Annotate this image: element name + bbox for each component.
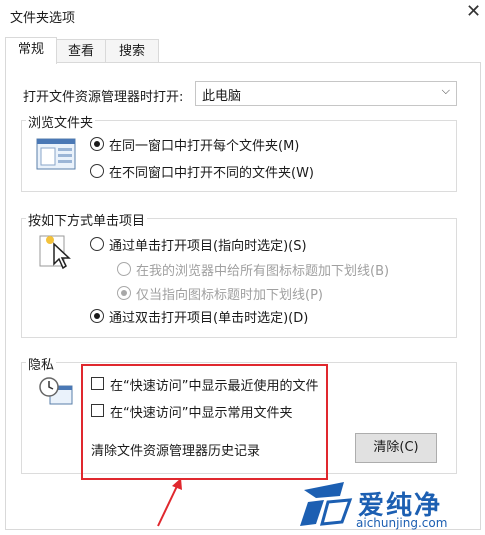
radio-single-click[interactable]: [90, 237, 104, 251]
radio-underline-hover[interactable]: [117, 286, 131, 300]
history-clock-icon: [38, 376, 74, 412]
highlight-box: [81, 364, 328, 480]
tab-search[interactable]: 搜索: [105, 39, 159, 63]
window-layout-icon: [36, 138, 76, 174]
radio-different-window[interactable]: [90, 164, 104, 178]
watermark-logo-icon: [296, 478, 356, 534]
option-same-window-label: 在同一窗口中打开每个文件夹(M): [109, 139, 300, 154]
window-title: 文件夹选项: [10, 11, 76, 26]
watermark-url: aichunjing.com: [356, 516, 448, 530]
underline-hover-label: 仅当指向图标标题时加下划线(P): [136, 288, 323, 303]
annotation-arrow-icon: [150, 476, 190, 532]
click-items-legend: 按如下方式单击项目: [26, 210, 148, 229]
radio-double-click[interactable]: [90, 309, 104, 323]
radio-same-window[interactable]: [90, 137, 104, 151]
radio-underline-all[interactable]: [117, 262, 131, 276]
click-cursor-icon: [38, 232, 74, 274]
close-icon[interactable]: ✕: [466, 3, 481, 21]
browse-folders-legend: 浏览文件夹: [26, 112, 96, 131]
option-different-window-label: 在不同窗口中打开不同的文件夹(W): [109, 166, 314, 181]
tab-view[interactable]: 查看: [55, 39, 107, 63]
tab-general[interactable]: 常规: [5, 37, 57, 64]
open-explorer-value: 此电脑: [202, 89, 242, 104]
privacy-legend: 隐私: [26, 354, 57, 373]
open-explorer-label: 打开文件资源管理器时打开:: [23, 90, 184, 105]
single-click-label: 通过单击打开项目(指向时选定)(S): [109, 239, 307, 254]
open-explorer-select[interactable]: 此电脑 ⌵: [195, 81, 457, 106]
chevron-down-icon: ⌵: [441, 84, 450, 97]
underline-all-label: 在我的浏览器中给所有图标标题加下划线(B): [136, 264, 390, 279]
clear-button[interactable]: 清除(C): [355, 433, 437, 463]
double-click-label: 通过双击打开项目(单击时选定)(D): [109, 311, 309, 326]
